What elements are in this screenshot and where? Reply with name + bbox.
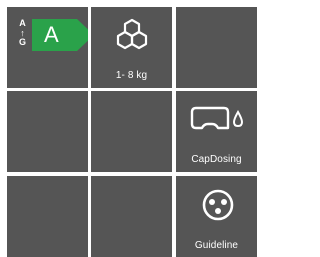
capsule-drop-icon	[190, 106, 244, 130]
energy-rating-badge-icon	[32, 19, 88, 51]
energy-scale-top: A	[19, 18, 26, 28]
capdosing-label: CapDosing	[191, 154, 242, 165]
energy-scale-bottom: G	[18, 37, 26, 47]
empty-tile-2	[7, 91, 88, 172]
laundry-load-icon	[116, 18, 148, 50]
guideline-label: Guideline	[194, 240, 239, 251]
feature-grid: A ↑ G A 1- 8 kg CapDosing Guideline	[0, 0, 257, 257]
guideline-tile: Guideline	[176, 176, 257, 257]
capacity-tile: 1- 8 kg	[91, 7, 172, 88]
energy-scale: A ↑ G	[16, 19, 29, 51]
empty-tile-4	[7, 176, 88, 257]
capacity-label: 1- 8 kg	[115, 70, 148, 81]
energy-rating: A	[44, 22, 59, 47]
empty-tile-1	[176, 7, 257, 88]
empty-tile-3	[91, 91, 172, 172]
empty-tile-5	[91, 176, 172, 257]
capdosing-tile: CapDosing	[176, 91, 257, 172]
guideline-dots-icon	[202, 189, 234, 221]
energy-label-tile: A ↑ G A	[7, 7, 88, 88]
